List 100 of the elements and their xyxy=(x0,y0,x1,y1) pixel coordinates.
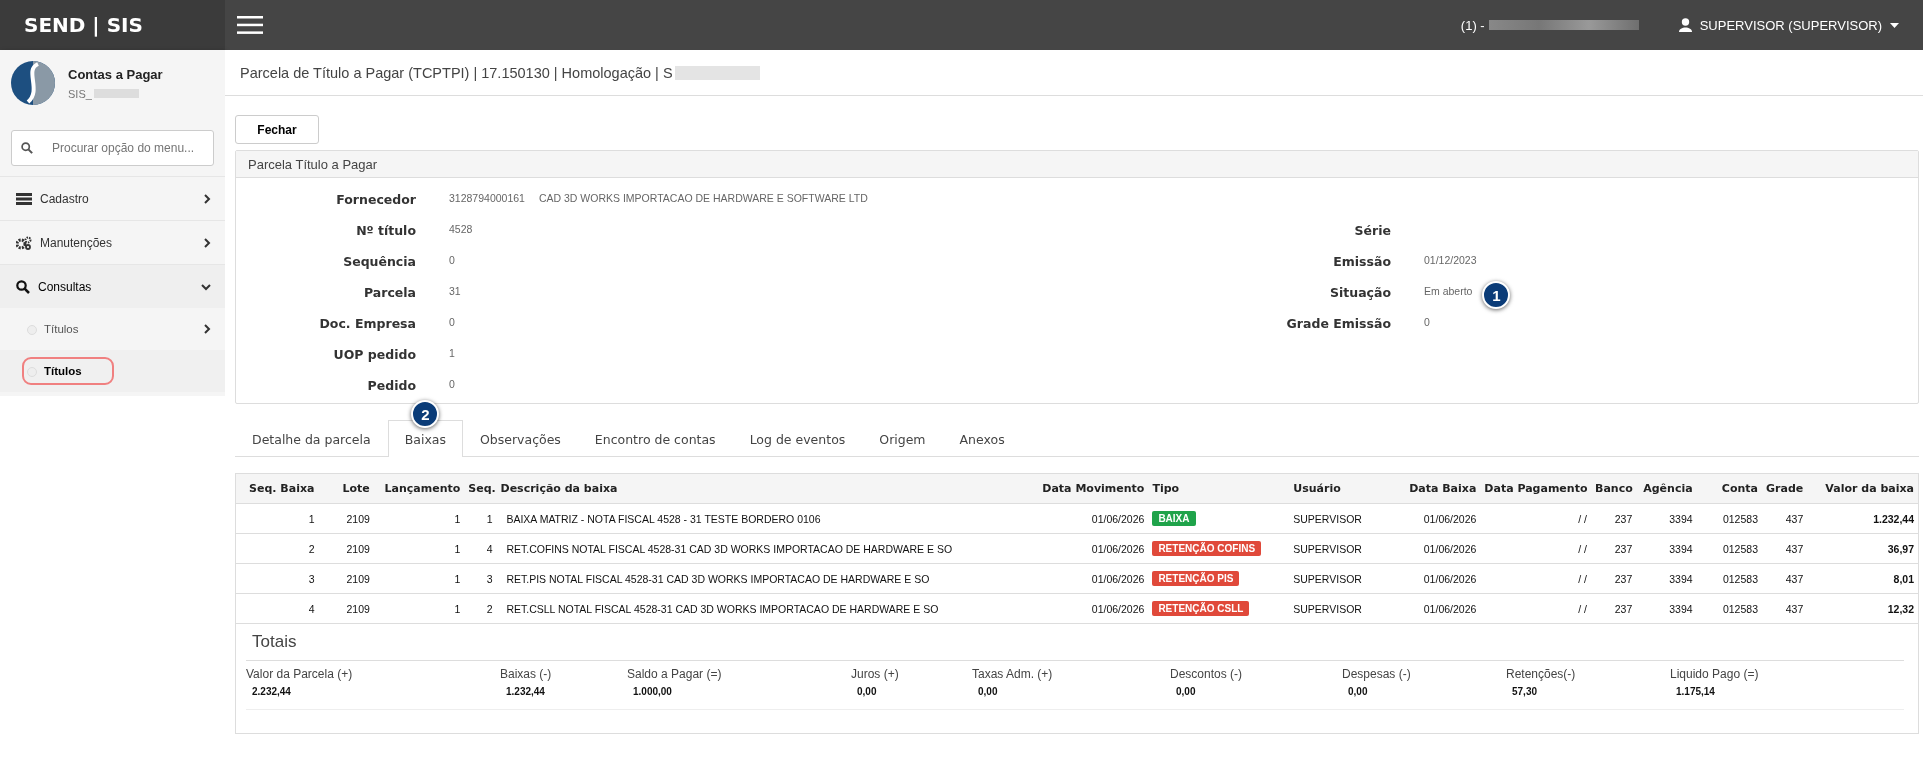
table-cell: 437 xyxy=(1762,593,1808,624)
module-title: Contas a Pagar xyxy=(68,66,163,82)
table-cell: 012583 xyxy=(1696,593,1762,624)
table-cell: 3394 xyxy=(1636,503,1697,534)
field-label: Sequência xyxy=(342,254,416,271)
field-label: Nº título xyxy=(355,223,416,240)
column-header: Data Baixa xyxy=(1389,474,1481,504)
table-cell: / / xyxy=(1480,533,1591,564)
field-label: Pedido xyxy=(366,378,416,395)
type-badge: BAIXA xyxy=(1152,511,1196,526)
table-cell: 01/06/2026 xyxy=(1037,593,1149,624)
table-cell: 3394 xyxy=(1636,593,1697,624)
column-header: Descrição da baixa xyxy=(496,474,1038,504)
table-cell: 8,01 xyxy=(1807,563,1918,594)
callout-marker: 1 xyxy=(1482,281,1511,309)
sidebar-subitem[interactable]: Títulos xyxy=(0,350,225,392)
total-value: 0,00 xyxy=(1348,686,1369,697)
table-cell: 2109 xyxy=(318,533,374,564)
tab[interactable]: Baixas xyxy=(387,420,463,457)
table-cell: 12,32 xyxy=(1807,593,1918,624)
field-value: 0 xyxy=(449,254,455,266)
caret-icon[interactable] xyxy=(1890,22,1899,28)
field-label: Emissão xyxy=(1332,254,1391,271)
column-header: Banco xyxy=(1591,474,1637,504)
field-value: Em aberto xyxy=(1424,285,1473,297)
tab[interactable]: Origem xyxy=(862,420,943,457)
chevron-right-icon xyxy=(203,324,211,334)
menu-icon[interactable] xyxy=(237,15,263,35)
module-subtitle: SIS_ xyxy=(68,87,92,100)
table-cell: 237 xyxy=(1591,503,1637,534)
table-cell: / / xyxy=(1480,503,1591,534)
table-cell: / / xyxy=(1480,593,1591,624)
table-cell: 01/06/2026 xyxy=(1037,503,1149,534)
column-header: Data Movimento xyxy=(1037,474,1149,504)
module-logo xyxy=(10,60,56,106)
table-cell: 437 xyxy=(1762,533,1808,564)
field-label: Grade Emissão xyxy=(1285,316,1391,333)
close-button[interactable]: Fechar xyxy=(235,115,319,144)
sidebar-subitem[interactable]: Títulos xyxy=(0,308,225,350)
total-label: Valor da Parcela (+) xyxy=(246,667,354,681)
field-label: Série xyxy=(1353,223,1391,240)
panel-title: Parcela Título a Pagar xyxy=(236,151,1918,178)
total-label: Saldo a Pagar (=) xyxy=(627,667,723,681)
tab[interactable]: Detalhe da parcela xyxy=(235,420,388,457)
company-label: (1) - xyxy=(1460,17,1485,33)
total-label: Descontos (-) xyxy=(1170,667,1244,681)
table-cell: 3 xyxy=(464,563,497,594)
column-header: Tipo xyxy=(1148,474,1290,504)
callout-marker: 2 xyxy=(411,400,440,428)
redacted-block xyxy=(93,89,139,98)
chevron-right-icon xyxy=(203,237,211,248)
table-cell: / / xyxy=(1480,563,1591,594)
total-label: Juros (+) xyxy=(851,667,900,681)
sidebar-item[interactable]: Cadastro xyxy=(0,176,225,220)
table-cell: 237 xyxy=(1591,533,1637,564)
table-cell: 4 xyxy=(236,593,319,624)
tab[interactable]: Encontro de contas xyxy=(577,420,733,457)
field-value: 1 xyxy=(449,347,455,359)
field-value: CAD 3D WORKS IMPORTACAO DE HARDWARE E SOFTWARE LTD xyxy=(538,192,868,204)
tab[interactable]: Log de eventos xyxy=(732,420,863,457)
table-cell: 1 xyxy=(373,533,465,564)
field-value: 31 xyxy=(449,285,461,297)
table-cell: 2109 xyxy=(318,563,374,594)
table-cell: 01/06/2026 xyxy=(1389,563,1481,594)
list-icon xyxy=(16,192,32,205)
table-cell: 36,97 xyxy=(1807,533,1918,564)
table-cell: 237 xyxy=(1591,593,1637,624)
total-value: 57,30 xyxy=(1512,686,1539,697)
table-cell: 1 xyxy=(464,503,497,534)
gears-icon xyxy=(16,235,32,250)
sidebar-item[interactable]: Consultas xyxy=(0,264,225,308)
table-cell: 3 xyxy=(236,563,319,594)
tab[interactable]: Observações xyxy=(462,420,578,457)
table-cell: 1 xyxy=(236,503,319,534)
field-value: 0 xyxy=(449,316,455,328)
table-cell: BAIXA MATRIZ - NOTA FISCAL 4528 - 31 TESTE BORDERO 0106 xyxy=(496,503,1038,534)
table-cell: 3394 xyxy=(1636,563,1697,594)
field-value: 0 xyxy=(449,378,455,390)
field-value: 0 xyxy=(1424,316,1430,328)
app-logo: SEND | SIS xyxy=(24,13,143,37)
table-cell: 01/06/2026 xyxy=(1037,533,1149,564)
tab[interactable]: Anexos xyxy=(942,420,1022,457)
table-cell: 1.232,44 xyxy=(1807,503,1918,534)
table-cell: 012583 xyxy=(1696,503,1762,534)
table-cell: 1 xyxy=(373,503,465,534)
menu-search-field[interactable]: Procurar opção do menu... xyxy=(11,130,214,166)
user-menu[interactable]: SUPERVISOR (SUPERVISOR) xyxy=(1699,17,1882,33)
total-value: 1.000,00 xyxy=(633,686,673,697)
field-label: Situação xyxy=(1328,285,1391,302)
field-label: Doc. Empresa xyxy=(318,316,416,333)
chevron-right-icon xyxy=(203,193,211,204)
table-cell: 1 xyxy=(373,563,465,594)
column-header: Valor da baixa xyxy=(1807,474,1918,504)
column-header: Seq. xyxy=(464,474,497,504)
table-cell: 01/06/2026 xyxy=(1389,533,1481,564)
table-cell: 01/06/2026 xyxy=(1037,563,1149,594)
table-cell: SUPERVISOR xyxy=(1289,593,1390,624)
total-label: Retenções(-) xyxy=(1506,667,1577,681)
search-icon xyxy=(16,279,30,294)
totals-title: Totais xyxy=(246,632,1904,661)
